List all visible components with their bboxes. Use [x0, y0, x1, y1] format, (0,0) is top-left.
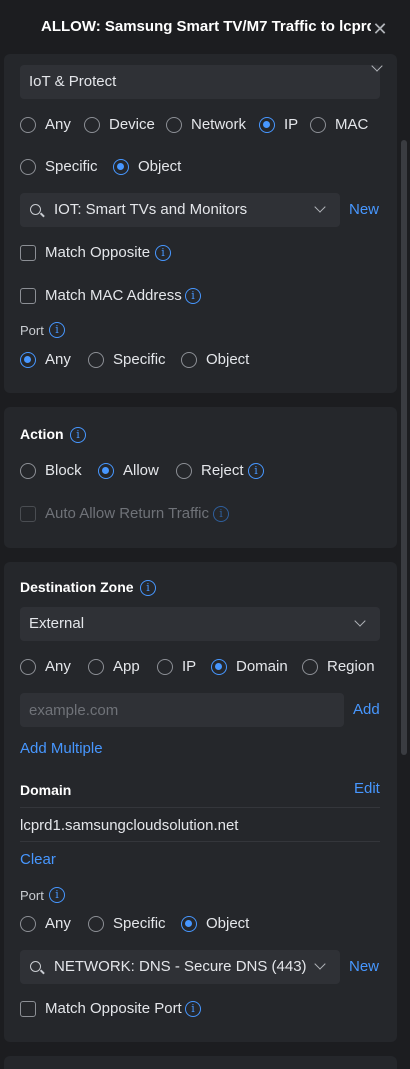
source-mode-specific-label: Specific — [45, 158, 98, 175]
source-type-network-label: Network — [191, 116, 247, 133]
dest-port-object-select[interactable]: NETWORK: DNS - Secure DNS (443) — [20, 950, 340, 984]
source-type-ip-radio[interactable] — [259, 117, 275, 133]
dest-port-object-label: Object — [206, 915, 250, 932]
dest-port-specific-label: Specific — [113, 915, 166, 932]
action-block-label: Block — [45, 462, 82, 479]
divider — [20, 807, 380, 808]
info-icon[interactable]: i — [155, 245, 171, 261]
divider — [20, 841, 380, 842]
match-mac-checkbox[interactable] — [20, 288, 36, 304]
source-type-mac-radio[interactable] — [310, 117, 326, 133]
dest-type-region-label: Region — [327, 658, 375, 675]
domain-input[interactable] — [20, 693, 344, 727]
source-type-any-label: Any — [45, 116, 71, 133]
source-type-device-label: Device — [109, 116, 155, 133]
dest-type-any-label: Any — [45, 658, 71, 675]
source-mode-object-label: Object — [138, 158, 182, 175]
source-mode-object-radio[interactable] — [113, 159, 129, 175]
dest-port-any-label: Any — [45, 915, 71, 932]
source-new-link[interactable]: New — [349, 201, 379, 218]
scrollbar[interactable] — [401, 140, 407, 755]
chevron-down-icon — [314, 958, 326, 970]
destination-zone-select[interactable]: External — [20, 607, 380, 641]
add-multiple-link[interactable]: Add Multiple — [20, 740, 103, 757]
source-port-object-label: Object — [206, 351, 250, 368]
info-icon[interactable]: i — [185, 1001, 201, 1017]
source-type-network-radio[interactable] — [166, 117, 182, 133]
source-object-value: IOT: Smart TVs and Monitors — [54, 201, 248, 218]
dest-type-ip-label: IP — [182, 658, 197, 675]
panel-header: ALLOW: Samsung Smart TV/M7 Traffic to lc… — [0, 0, 410, 58]
dest-new-link[interactable]: New — [349, 958, 379, 975]
info-icon[interactable]: i — [49, 322, 65, 338]
panel-title: ALLOW: Samsung Smart TV/M7 Traffic to lc… — [41, 18, 371, 35]
search-icon — [30, 204, 41, 215]
source-port-specific-label: Specific — [113, 351, 166, 368]
source-port-any-label: Any — [45, 351, 71, 368]
match-opposite-port-label: Match Opposite Port — [45, 1000, 182, 1017]
dest-port-specific-radio[interactable] — [88, 916, 104, 932]
info-icon: i — [213, 506, 229, 522]
dest-port-any-radio[interactable] — [20, 916, 36, 932]
action-title: Action — [20, 426, 64, 442]
chevron-down-icon — [314, 201, 326, 213]
info-icon[interactable]: i — [140, 580, 156, 596]
dest-port-label: Port — [20, 888, 44, 903]
add-domain-link[interactable]: Add — [353, 701, 380, 718]
source-type-device-radio[interactable] — [84, 117, 100, 133]
source-port-any-radio[interactable] — [20, 352, 36, 368]
source-zone-value: IoT & Protect — [29, 73, 117, 90]
domain-heading: Domain — [20, 782, 72, 798]
source-mode-specific-radio[interactable] — [20, 159, 36, 175]
info-icon[interactable]: i — [70, 427, 86, 443]
action-block-radio[interactable] — [20, 463, 36, 479]
dest-type-app-radio[interactable] — [88, 659, 104, 675]
dest-type-app-label: App — [113, 658, 140, 675]
match-opposite-label: Match Opposite — [45, 244, 151, 261]
auto-allow-label: Auto Allow Return Traffic — [45, 505, 209, 522]
domain-value: lcprd1.samsungcloudsolution.net — [20, 817, 239, 834]
domain-input-field[interactable] — [20, 693, 344, 727]
action-allow-label: Allow — [123, 462, 159, 479]
action-reject-radio[interactable] — [176, 463, 192, 479]
dest-type-any-radio[interactable] — [20, 659, 36, 675]
source-zone-select[interactable]: IoT & Protect — [20, 60, 383, 99]
close-icon[interactable]: ✕ — [371, 20, 389, 38]
action-allow-radio[interactable] — [98, 463, 114, 479]
search-icon — [30, 961, 41, 972]
source-port-object-radio[interactable] — [181, 352, 197, 368]
source-object-select[interactable]: IOT: Smart TVs and Monitors — [20, 193, 340, 227]
info-icon[interactable]: i — [49, 887, 65, 903]
match-mac-label: Match MAC Address — [45, 287, 182, 304]
source-type-mac-label: MAC — [335, 116, 369, 133]
next-card — [4, 1056, 397, 1069]
action-reject-label: Reject — [201, 462, 244, 479]
source-type-ip-label: IP — [284, 116, 299, 133]
match-opposite-port-checkbox[interactable] — [20, 1001, 36, 1017]
match-opposite-checkbox[interactable] — [20, 245, 36, 261]
edit-domain-link[interactable]: Edit — [354, 780, 380, 797]
dest-type-ip-radio[interactable] — [157, 659, 173, 675]
dest-port-object-value: NETWORK: DNS - Secure DNS (443) — [54, 958, 307, 975]
source-port-label: Port — [20, 323, 44, 338]
info-icon[interactable]: i — [185, 288, 201, 304]
source-type-any-radio[interactable] — [20, 117, 36, 133]
info-icon[interactable]: i — [248, 463, 264, 479]
dest-type-domain-radio[interactable] — [211, 659, 227, 675]
clear-domain-link[interactable]: Clear — [20, 851, 56, 868]
destination-zone-value: External — [29, 615, 85, 632]
source-port-specific-radio[interactable] — [88, 352, 104, 368]
dest-type-domain-label: Domain — [236, 658, 288, 675]
dest-type-region-radio[interactable] — [302, 659, 318, 675]
chevron-down-icon — [354, 615, 366, 627]
destination-title: Destination Zone — [20, 579, 134, 595]
dest-port-object-radio[interactable] — [181, 916, 197, 932]
auto-allow-checkbox[interactable] — [20, 506, 36, 522]
